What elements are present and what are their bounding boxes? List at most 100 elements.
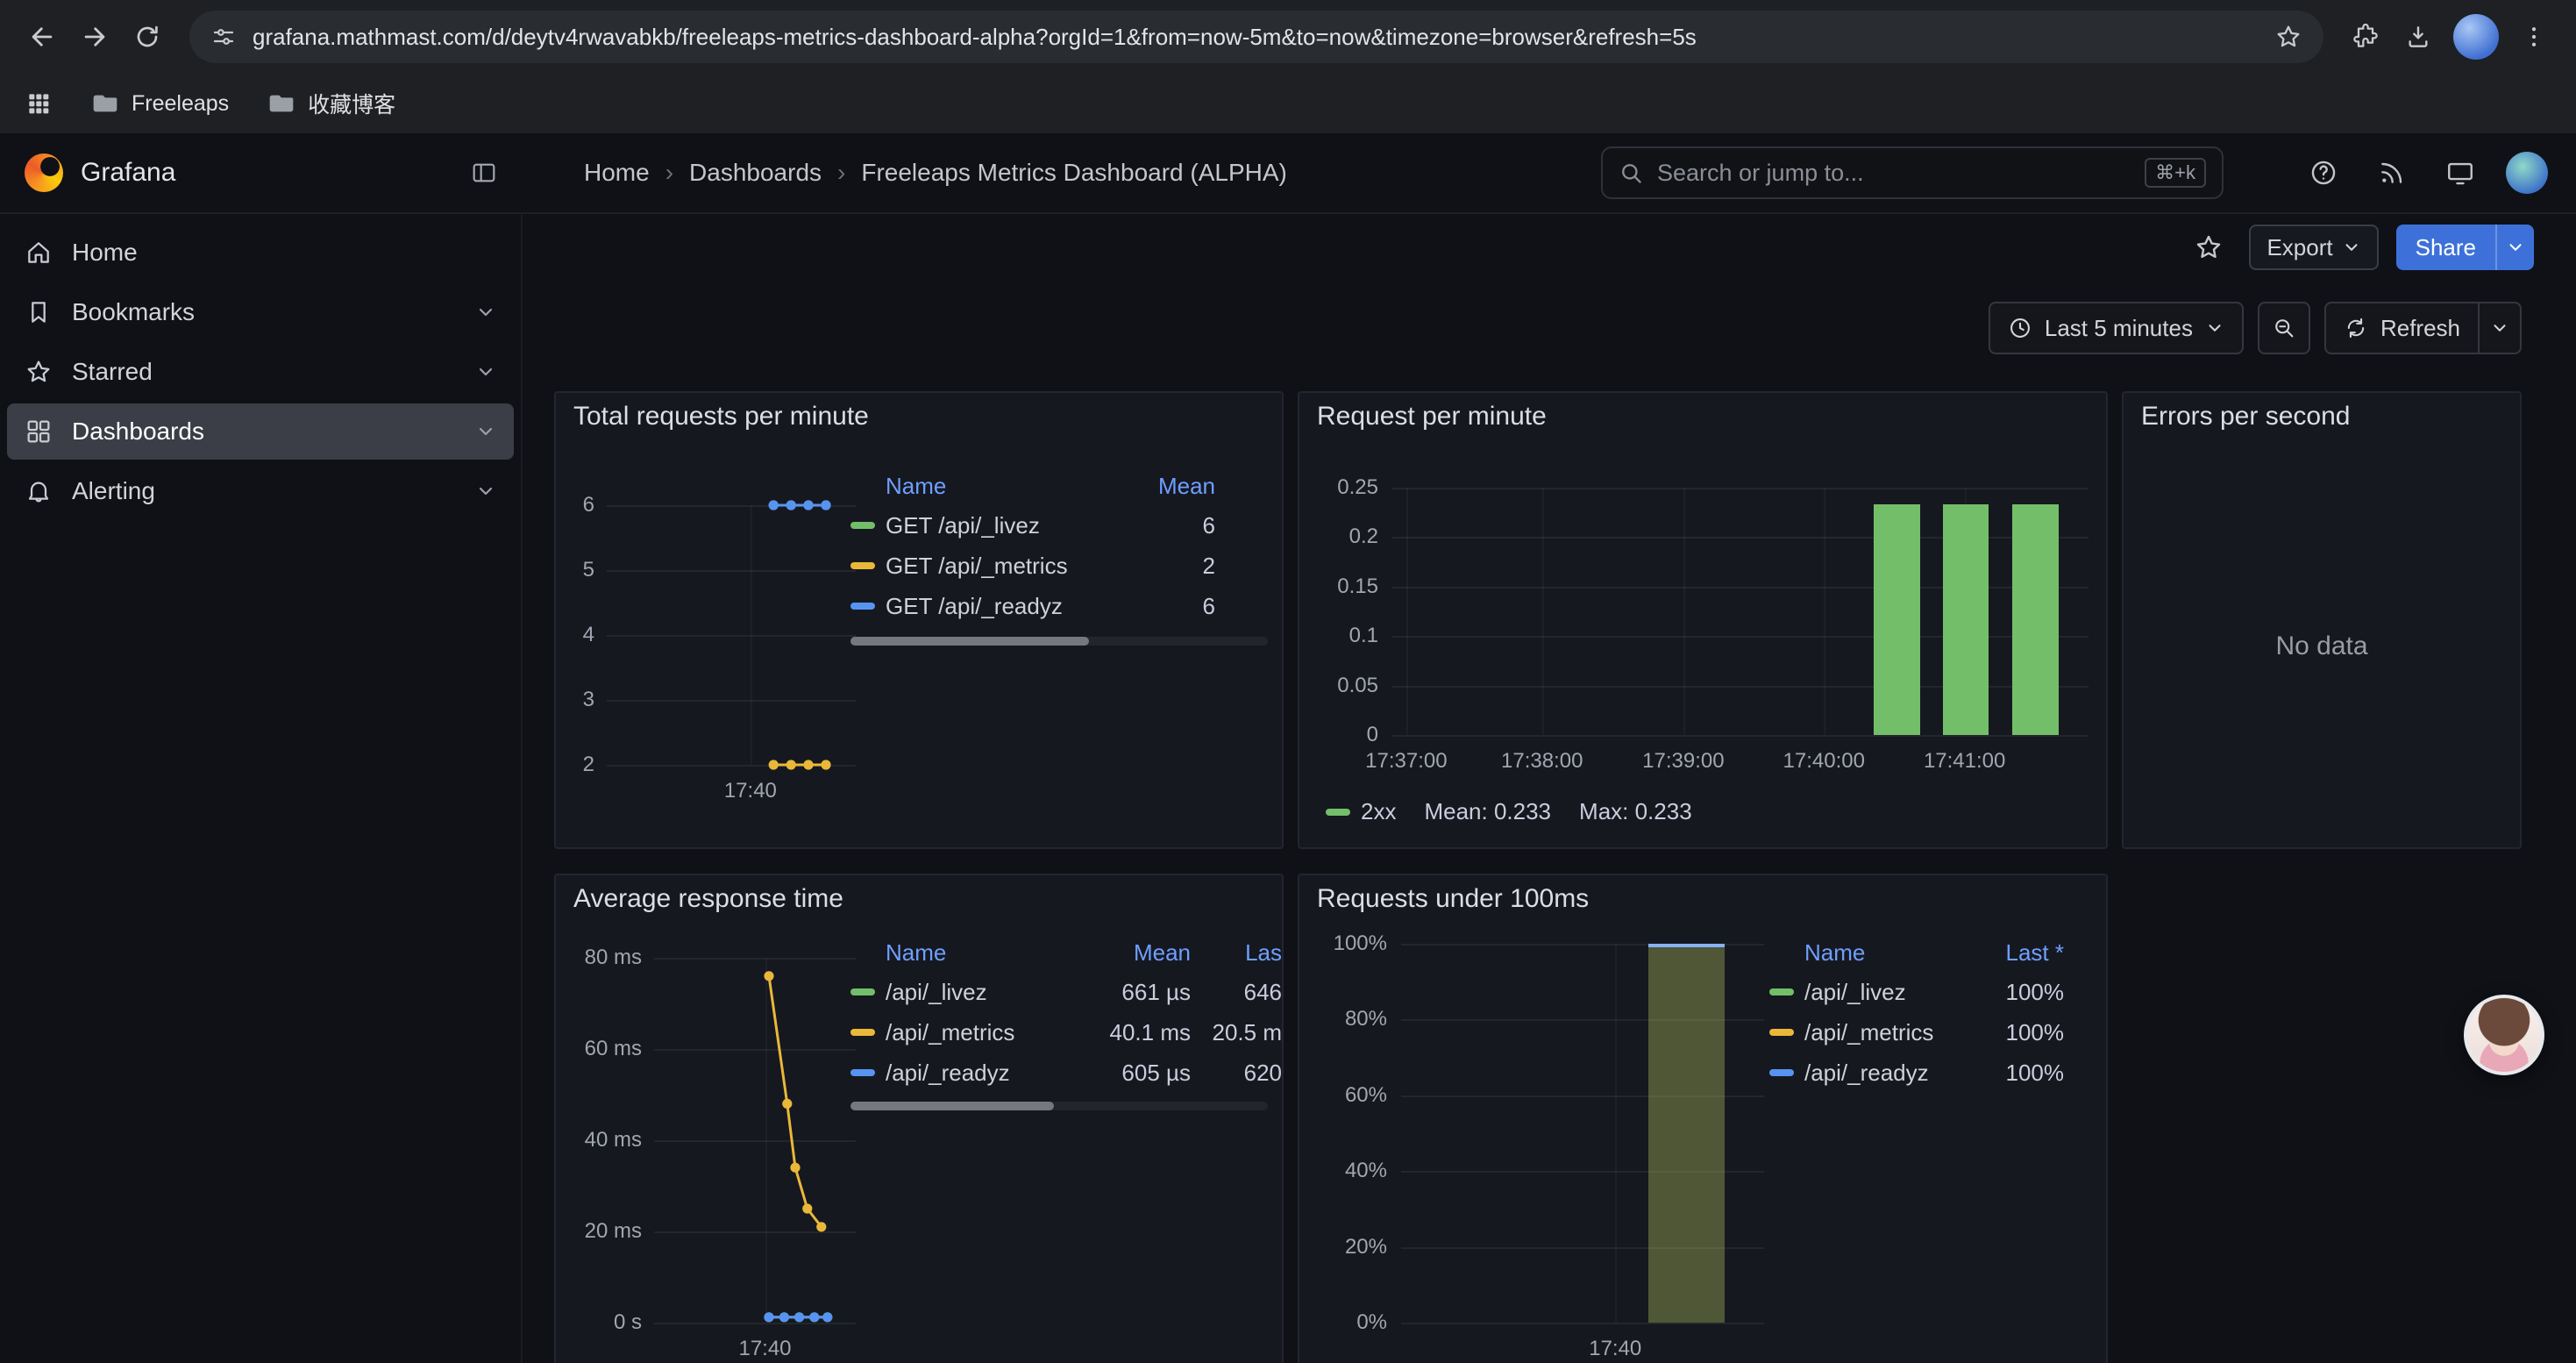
series-name: /api/_metrics	[1804, 1019, 1966, 1046]
search-input[interactable]: Search or jump to... ⌘+k	[1601, 146, 2224, 199]
legend-row[interactable]: /api/_readyz 100%	[1769, 1053, 2092, 1093]
breadcrumb-current: Freeleaps Metrics Dashboard (ALPHA)	[861, 159, 1287, 187]
legend-col-mean[interactable]: Mean	[1096, 473, 1215, 500]
legend-col-last[interactable]: Last *	[1966, 939, 2064, 967]
address-bar[interactable]: grafana.mathmast.com/d/deytv4rwavabkb/fr…	[189, 11, 2323, 63]
chevron-down-icon[interactable]	[475, 361, 496, 382]
sidebar-item-starred[interactable]: Starred	[7, 344, 514, 400]
refresh-interval-button[interactable]	[2478, 303, 2520, 353]
legend-header: Name Mean Las	[850, 933, 1282, 972]
x-tick-label: 17:40	[738, 1337, 791, 1361]
bookmark-folder-blog[interactable]: 收藏博客	[267, 88, 395, 119]
series-mean: 6	[1096, 593, 1215, 620]
x-tick-label: 17:40	[1589, 1337, 1641, 1361]
news-rss-icon[interactable]	[2369, 150, 2415, 196]
sidebar-item-bookmarks[interactable]: Bookmarks	[7, 284, 514, 340]
chart-plot[interactable]	[1401, 944, 1764, 1323]
dock-menu-icon[interactable]	[470, 159, 498, 187]
apps-grid-icon[interactable]	[25, 89, 53, 118]
legend-scrollbar[interactable]	[850, 1102, 1268, 1110]
assistant-avatar[interactable]	[2464, 995, 2544, 1075]
legend-row[interactable]: /api/_livez 661 µs 646	[850, 972, 1282, 1012]
reload-icon[interactable]	[123, 12, 172, 61]
scrollbar-thumb[interactable]	[850, 1102, 1054, 1110]
monitor-icon[interactable]	[2437, 150, 2483, 196]
share-menu-button[interactable]	[2495, 225, 2534, 270]
browser-profile-avatar[interactable]	[2453, 14, 2499, 60]
series-name: /api/_readyz	[1804, 1060, 1966, 1087]
breadcrumb-separator: ›	[665, 159, 673, 187]
panel-title[interactable]: Requests under 100ms	[1317, 884, 1589, 914]
chart-plot[interactable]	[1392, 488, 2089, 735]
y-tick-label: 6	[583, 493, 594, 517]
panel-title[interactable]: Errors per second	[2141, 402, 2350, 432]
legend-scrollbar[interactable]	[850, 637, 1268, 646]
grafana-logo[interactable]	[25, 153, 63, 192]
bookmark-star-icon[interactable]	[2274, 23, 2302, 51]
legend-col-name[interactable]: Name	[1804, 939, 1966, 967]
site-settings-icon[interactable]	[210, 24, 237, 50]
search-shortcut-badge: ⌘+k	[2145, 158, 2206, 188]
panel-title[interactable]: Total requests per minute	[573, 402, 869, 432]
legend-row[interactable]: /api/_metrics 100%	[1769, 1012, 2092, 1053]
legend-row[interactable]: GET /api/_readyz 6	[850, 586, 1268, 626]
series-name: GET /api/_readyz	[886, 593, 1096, 620]
chevron-down-icon[interactable]	[475, 302, 496, 323]
y-tick-label: 5	[583, 558, 594, 582]
chevron-down-icon[interactable]	[475, 421, 496, 442]
chevron-down-icon[interactable]	[475, 481, 496, 502]
series-swatch	[850, 603, 875, 610]
folder-icon	[91, 89, 119, 118]
sidebar-item-alerting[interactable]: Alerting	[7, 463, 514, 519]
sidebar-item-dashboards[interactable]: Dashboards	[7, 403, 514, 460]
legend-col-last[interactable]: Las	[1191, 939, 1282, 967]
legend-row[interactable]: /api/_readyz 605 µs 620	[850, 1053, 1282, 1093]
legend-item-2xx[interactable]: 2xx	[1326, 798, 1396, 825]
chart-bar	[1648, 944, 1725, 1323]
zoom-out-button[interactable]	[2258, 302, 2310, 354]
sidebar-item-label: Starred	[72, 358, 153, 386]
bookmarks-bar: Freeleaps 收藏博客	[0, 74, 2576, 133]
series-swatch	[1326, 809, 1350, 816]
panel-title[interactable]: Average response time	[573, 884, 843, 914]
panel-title[interactable]: Request per minute	[1317, 402, 1547, 432]
sidebar-item-home[interactable]: Home	[7, 225, 514, 281]
legend-col-name[interactable]: Name	[886, 939, 1082, 967]
breadcrumb-home[interactable]: Home	[584, 159, 650, 187]
search-icon	[1619, 161, 1643, 185]
legend-table: Name Mean GET /api/_livez 6 GET /api/_me…	[850, 467, 1268, 660]
y-tick-label: 80 ms	[585, 946, 642, 970]
time-range-picker[interactable]: Last 5 minutes	[1989, 302, 2244, 354]
legend-col-mean[interactable]: Mean	[1082, 939, 1191, 967]
legend-row[interactable]: GET /api/_livez 6	[850, 505, 1268, 546]
back-icon[interactable]	[18, 12, 67, 61]
series-swatch	[1769, 988, 1794, 995]
legend-col-name[interactable]: Name	[886, 473, 1096, 500]
dashboard-actions: Export Share	[523, 214, 2576, 281]
bookmark-folder-freeleaps[interactable]: Freeleaps	[91, 89, 229, 118]
user-avatar[interactable]	[2506, 152, 2548, 194]
extensions-icon[interactable]	[2341, 12, 2390, 61]
y-axis: 80 ms 60 ms 40 ms 20 ms 0 s	[556, 946, 642, 1335]
legend-row[interactable]: GET /api/_metrics 2	[850, 546, 1268, 586]
browser-menu-icon[interactable]	[2509, 12, 2558, 61]
breadcrumb-dashboards[interactable]: Dashboards	[689, 159, 822, 187]
favorite-star-icon[interactable]	[2186, 225, 2231, 270]
scrollbar-thumb[interactable]	[850, 637, 1089, 646]
legend-max: Max: 0.233	[1579, 798, 1692, 825]
x-axis: 17:37:0017:38:0017:39:0017:40:0017:41:00	[1392, 749, 2089, 774]
refresh-button[interactable]: Refresh	[2326, 303, 2478, 353]
help-icon[interactable]	[2301, 150, 2346, 196]
share-button[interactable]: Share	[2396, 225, 2495, 270]
screen: grafana.mathmast.com/d/deytv4rwavabkb/fr…	[0, 0, 2576, 1363]
downloads-icon[interactable]	[2394, 12, 2443, 61]
series-lines	[654, 958, 856, 1323]
legend-row[interactable]: /api/_livez 100%	[1769, 972, 2092, 1012]
chart-plot[interactable]	[654, 958, 856, 1323]
x-axis: 17:40	[654, 1337, 856, 1361]
legend-row[interactable]: /api/_metrics 40.1 ms 20.5 m	[850, 1012, 1282, 1053]
series-swatch	[850, 988, 875, 995]
forward-icon[interactable]	[70, 12, 119, 61]
export-button[interactable]: Export	[2249, 225, 2378, 270]
chart-plot[interactable]	[607, 505, 856, 765]
